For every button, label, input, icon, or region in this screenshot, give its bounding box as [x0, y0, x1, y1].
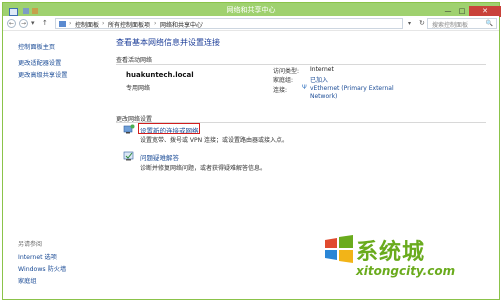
search-placeholder: 搜索控制面板 — [432, 22, 469, 29]
crumb-control-panel[interactable]: 控制面板 — [75, 20, 99, 29]
new-connection-icon — [123, 124, 135, 134]
connections-label: 连接: — [273, 87, 288, 94]
troubleshoot-desc: 诊断并修复网络问题，或者获得疑难解答信息。 — [140, 165, 267, 172]
sidebar-link-homegroup[interactable]: 家庭组 — [18, 276, 37, 285]
crumb-all-items[interactable]: 所有控制面板项 — [108, 20, 150, 29]
sidebar-link-internet-options[interactable]: Internet 选项 — [18, 252, 57, 261]
crumb-separator: › — [154, 20, 157, 27]
crumb-separator: › — [102, 20, 105, 27]
active-networks-label: 查看活动网络 — [116, 57, 153, 64]
refresh-icon[interactable]: ↻ — [419, 19, 425, 27]
see-also-heading: 另请参阅 — [18, 241, 43, 248]
connection-link-line1[interactable]: vEthernet (Primary External — [310, 85, 394, 92]
windows-logo-icon — [325, 235, 353, 263]
sidebar-link-advanced-sharing[interactable]: 更改高级共享设置 — [18, 70, 68, 79]
highlight-box — [138, 123, 200, 134]
address-row: ← → ▾ ↑ › 控制面板 › 所有控制面板项 › 网络和共享中心 › ▾ ↻… — [3, 16, 499, 31]
watermark: 系统城 xitongcity.com — [318, 226, 478, 294]
network-category: 专用网络 — [126, 85, 151, 92]
address-dropdown-icon[interactable]: ▾ — [408, 20, 411, 27]
access-type-label: 访问类型: — [273, 68, 300, 75]
homegroup-link[interactable]: 已加入 — [310, 75, 328, 84]
homegroup-label: 家庭组: — [273, 77, 294, 84]
up-button[interactable]: ↑ — [42, 19, 48, 27]
minimize-button[interactable]: — — [441, 6, 455, 16]
setup-new-connection-desc: 设置宽带、拨号或 VPN 连接；或设置路由器或接入点。 — [140, 137, 289, 144]
window-title: 网络和共享中心 — [226, 6, 276, 14]
watermark-sub: xitongcity.com — [356, 264, 456, 278]
ethernet-icon: Ψ — [302, 84, 307, 91]
troubleshoot-icon — [123, 151, 134, 161]
control-panel-icon — [59, 21, 66, 27]
recent-dropdown-icon[interactable]: ▾ — [31, 19, 35, 27]
search-icon[interactable]: 🔍 — [486, 20, 493, 27]
search-input[interactable]: 搜索控制面板 🔍 — [427, 18, 497, 29]
sidebar-link-firewall[interactable]: Windows 防火墙 — [18, 264, 66, 273]
crumb-separator: › — [201, 20, 204, 27]
maximize-button[interactable]: □ — [455, 6, 469, 16]
back-button[interactable]: ← — [7, 19, 16, 28]
address-box[interactable]: › 控制面板 › 所有控制面板项 › 网络和共享中心 › — [55, 18, 403, 29]
page-title: 查看基本网络信息并设置连接 — [116, 38, 220, 47]
connection-link-line2[interactable]: Network) — [310, 93, 337, 100]
left-pane: 控制面板主页 更改适配器设置 更改高级共享设置 另请参阅 Internet 选项… — [3, 31, 103, 299]
title-bar: 网络和共享中心 — □ ✕ — [3, 3, 501, 17]
network-name: huakuntech.local — [126, 71, 194, 79]
crumb-network-center[interactable]: 网络和共享中心 — [160, 20, 202, 29]
watermark-main: 系统城 — [356, 240, 426, 265]
sidebar-link-change-adapter[interactable]: 更改适配器设置 — [18, 58, 61, 67]
sidebar-link-control-panel-home[interactable]: 控制面板主页 — [18, 42, 55, 51]
divider — [116, 64, 486, 65]
troubleshoot-link[interactable]: 问题疑难解答 — [140, 152, 179, 162]
crumb-separator: › — [69, 20, 72, 27]
access-type-value: Internet — [310, 66, 334, 73]
forward-button[interactable]: → — [19, 19, 28, 28]
